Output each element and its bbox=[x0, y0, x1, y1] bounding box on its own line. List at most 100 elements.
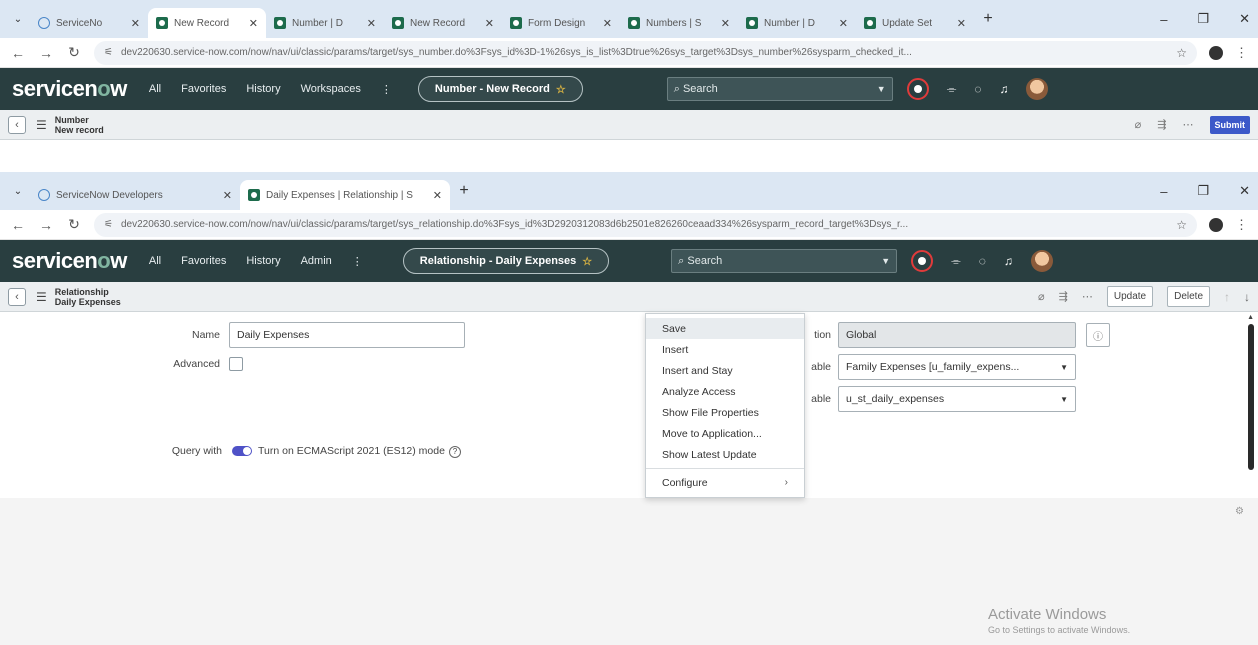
site-info-icon[interactable]: ⚟ bbox=[104, 219, 113, 230]
tab-8[interactable]: Update Set ✕ bbox=[856, 8, 974, 38]
vertical-scrollbar[interactable] bbox=[1248, 324, 1254, 470]
bookmark-star-icon[interactable]: ☆ bbox=[1176, 46, 1187, 60]
menu-item-show-latest-update[interactable]: Show Latest Update bbox=[646, 444, 804, 465]
new-tab-button[interactable]: + bbox=[974, 4, 1002, 34]
nav-history[interactable]: History bbox=[246, 255, 280, 267]
close-icon[interactable]: ✕ bbox=[223, 189, 232, 202]
tab-developers[interactable]: ServiceNow Developers ✕ bbox=[30, 180, 240, 210]
close-icon[interactable]: ✕ bbox=[839, 17, 848, 30]
tab-2[interactable]: New Record ✕ bbox=[148, 8, 266, 38]
next-record-icon[interactable]: ↓ bbox=[1244, 290, 1250, 304]
scope-globe-icon[interactable] bbox=[906, 78, 929, 100]
url-field[interactable]: ⚟ dev220630.service-now.com/now/nav/ui/c… bbox=[94, 212, 1197, 237]
attachment-icon[interactable]: ⌀ bbox=[1038, 290, 1045, 303]
more-menu-icon[interactable]: ⋮ bbox=[352, 255, 363, 268]
menu-item-configure[interactable]: Configure › bbox=[646, 472, 804, 493]
close-icon[interactable]: ✕ bbox=[957, 17, 966, 30]
forward-arrow-icon[interactable]: → bbox=[38, 45, 54, 61]
menu-item-analyze-access[interactable]: Analyze Access bbox=[646, 381, 804, 402]
update-button[interactable]: Update bbox=[1106, 286, 1154, 307]
menu-item-show-file-properties[interactable]: Show File Properties bbox=[646, 402, 804, 423]
url-field[interactable]: ⚟ dev220630.service-now.com/now/nav/ui/c… bbox=[94, 40, 1197, 65]
avatar[interactable] bbox=[1026, 78, 1049, 100]
servicenow-logo[interactable]: servicenow bbox=[12, 248, 127, 274]
global-search[interactable]: ⌕ Search ▼ bbox=[671, 249, 898, 273]
menu-item-move-to-application[interactable]: Move to Application... bbox=[646, 423, 804, 444]
restore-icon[interactable]: ❐ bbox=[1197, 183, 1209, 199]
browser-menu-icon[interactable]: ⋮ bbox=[1235, 217, 1248, 233]
close-icon[interactable]: ✕ bbox=[249, 17, 258, 30]
delete-button[interactable]: Delete bbox=[1167, 286, 1210, 307]
tab-1[interactable]: ServiceNo ✕ bbox=[30, 8, 148, 38]
reload-icon[interactable]: ↻ bbox=[66, 44, 82, 61]
bookmark-star-icon[interactable]: ☆ bbox=[1176, 218, 1187, 232]
menu-item-insert[interactable]: Insert bbox=[646, 339, 804, 360]
close-icon[interactable]: ✕ bbox=[603, 17, 612, 30]
global-search[interactable]: ⌕ Search ▼ bbox=[666, 77, 893, 101]
nav-favorites[interactable]: Favorites bbox=[181, 255, 226, 267]
close-icon[interactable]: ✕ bbox=[367, 17, 376, 30]
tab-search-chevron[interactable]: ⌄ bbox=[6, 4, 30, 34]
tab-7[interactable]: Number | D ✕ bbox=[738, 8, 856, 38]
applies-to-select[interactable]: Family Expenses [u_family_expens... ▼ bbox=[838, 354, 1076, 380]
close-window-icon[interactable]: ✕ bbox=[1239, 11, 1250, 27]
close-icon[interactable]: ✕ bbox=[131, 17, 140, 30]
close-icon[interactable]: ✕ bbox=[433, 189, 442, 202]
new-tab-button[interactable]: + bbox=[450, 176, 478, 206]
tab-search-chevron[interactable]: ⌄ bbox=[6, 176, 30, 206]
help-icon[interactable]: ◌ bbox=[979, 254, 986, 268]
more-menu-icon[interactable]: ⋮ bbox=[381, 83, 392, 96]
context-pill[interactable]: Relationship - Daily Expenses ☆ bbox=[402, 248, 610, 274]
nav-all[interactable]: All bbox=[149, 255, 161, 267]
scope-globe-icon[interactable] bbox=[911, 250, 934, 272]
close-icon[interactable]: ✕ bbox=[721, 17, 730, 30]
submit-button[interactable]: Submit bbox=[1209, 115, 1250, 134]
back-arrow-icon[interactable]: ← bbox=[10, 45, 26, 61]
restore-icon[interactable]: ❐ bbox=[1197, 11, 1209, 27]
notification-bell-icon[interactable]: ♫ bbox=[1004, 254, 1013, 268]
tab-6[interactable]: Numbers | S ✕ bbox=[620, 8, 738, 38]
favorite-star-icon[interactable]: ☆ bbox=[556, 83, 566, 96]
tab-5[interactable]: Form Design ✕ bbox=[502, 8, 620, 38]
attachment-icon[interactable]: ⌀ bbox=[1135, 118, 1142, 131]
minimize-icon[interactable]: – bbox=[1160, 184, 1167, 199]
activity-icon[interactable]: ⇶ bbox=[1157, 118, 1166, 131]
help-circle-icon[interactable]: ? bbox=[448, 446, 461, 458]
advanced-checkbox[interactable] bbox=[229, 357, 243, 371]
help-icon[interactable]: ◌ bbox=[974, 82, 981, 96]
nav-favorites[interactable]: Favorites bbox=[181, 83, 226, 95]
forward-arrow-icon[interactable]: → bbox=[38, 217, 54, 233]
close-icon[interactable]: ✕ bbox=[485, 17, 494, 30]
back-arrow-icon[interactable]: ← bbox=[10, 217, 26, 233]
previous-record-icon[interactable]: ↑ bbox=[1224, 290, 1230, 304]
ecma-toggle[interactable] bbox=[232, 446, 252, 456]
chat-icon[interactable]: ⌯ bbox=[947, 82, 957, 97]
queries-from-select[interactable]: u_st_daily_expenses ▼ bbox=[838, 386, 1076, 412]
settings-gear-icon[interactable]: ⚙ bbox=[1235, 506, 1244, 517]
tab-daily-expenses[interactable]: Daily Expenses | Relationship | S ✕ bbox=[240, 180, 450, 210]
menu-item-save[interactable]: Save bbox=[646, 318, 804, 339]
more-options-icon[interactable]: ⋯ bbox=[1183, 118, 1194, 131]
context-menu-icon[interactable]: ☰ bbox=[36, 290, 47, 304]
back-button[interactable]: ‹ bbox=[8, 115, 26, 134]
tab-3[interactable]: Number | D ✕ bbox=[266, 8, 384, 38]
context-menu-icon[interactable]: ☰ bbox=[36, 118, 47, 132]
info-icon[interactable]: ⓘ bbox=[1086, 323, 1110, 347]
nav-history[interactable]: History bbox=[246, 83, 280, 95]
nav-admin[interactable]: Admin bbox=[301, 255, 332, 267]
menu-item-insert-and-stay[interactable]: Insert and Stay bbox=[646, 360, 804, 381]
context-pill[interactable]: Number - New Record ☆ bbox=[417, 76, 583, 102]
browser-menu-icon[interactable]: ⋮ bbox=[1235, 45, 1248, 61]
minimize-icon[interactable]: – bbox=[1160, 12, 1167, 27]
more-options-icon[interactable]: ⋯ bbox=[1082, 290, 1093, 303]
chevron-down-icon[interactable]: ▼ bbox=[877, 84, 886, 94]
chat-icon[interactable]: ⌯ bbox=[951, 254, 961, 269]
activity-icon[interactable]: ⇶ bbox=[1059, 290, 1068, 303]
scroll-up-icon[interactable]: ▲ bbox=[1247, 314, 1254, 321]
back-button[interactable]: ‹ bbox=[8, 287, 26, 306]
tab-4[interactable]: New Record ✕ bbox=[384, 8, 502, 38]
profile-icon[interactable] bbox=[1209, 217, 1223, 232]
favorite-star-icon[interactable]: ☆ bbox=[582, 255, 592, 268]
nav-all[interactable]: All bbox=[149, 83, 161, 95]
servicenow-logo[interactable]: servicenow bbox=[12, 76, 127, 102]
